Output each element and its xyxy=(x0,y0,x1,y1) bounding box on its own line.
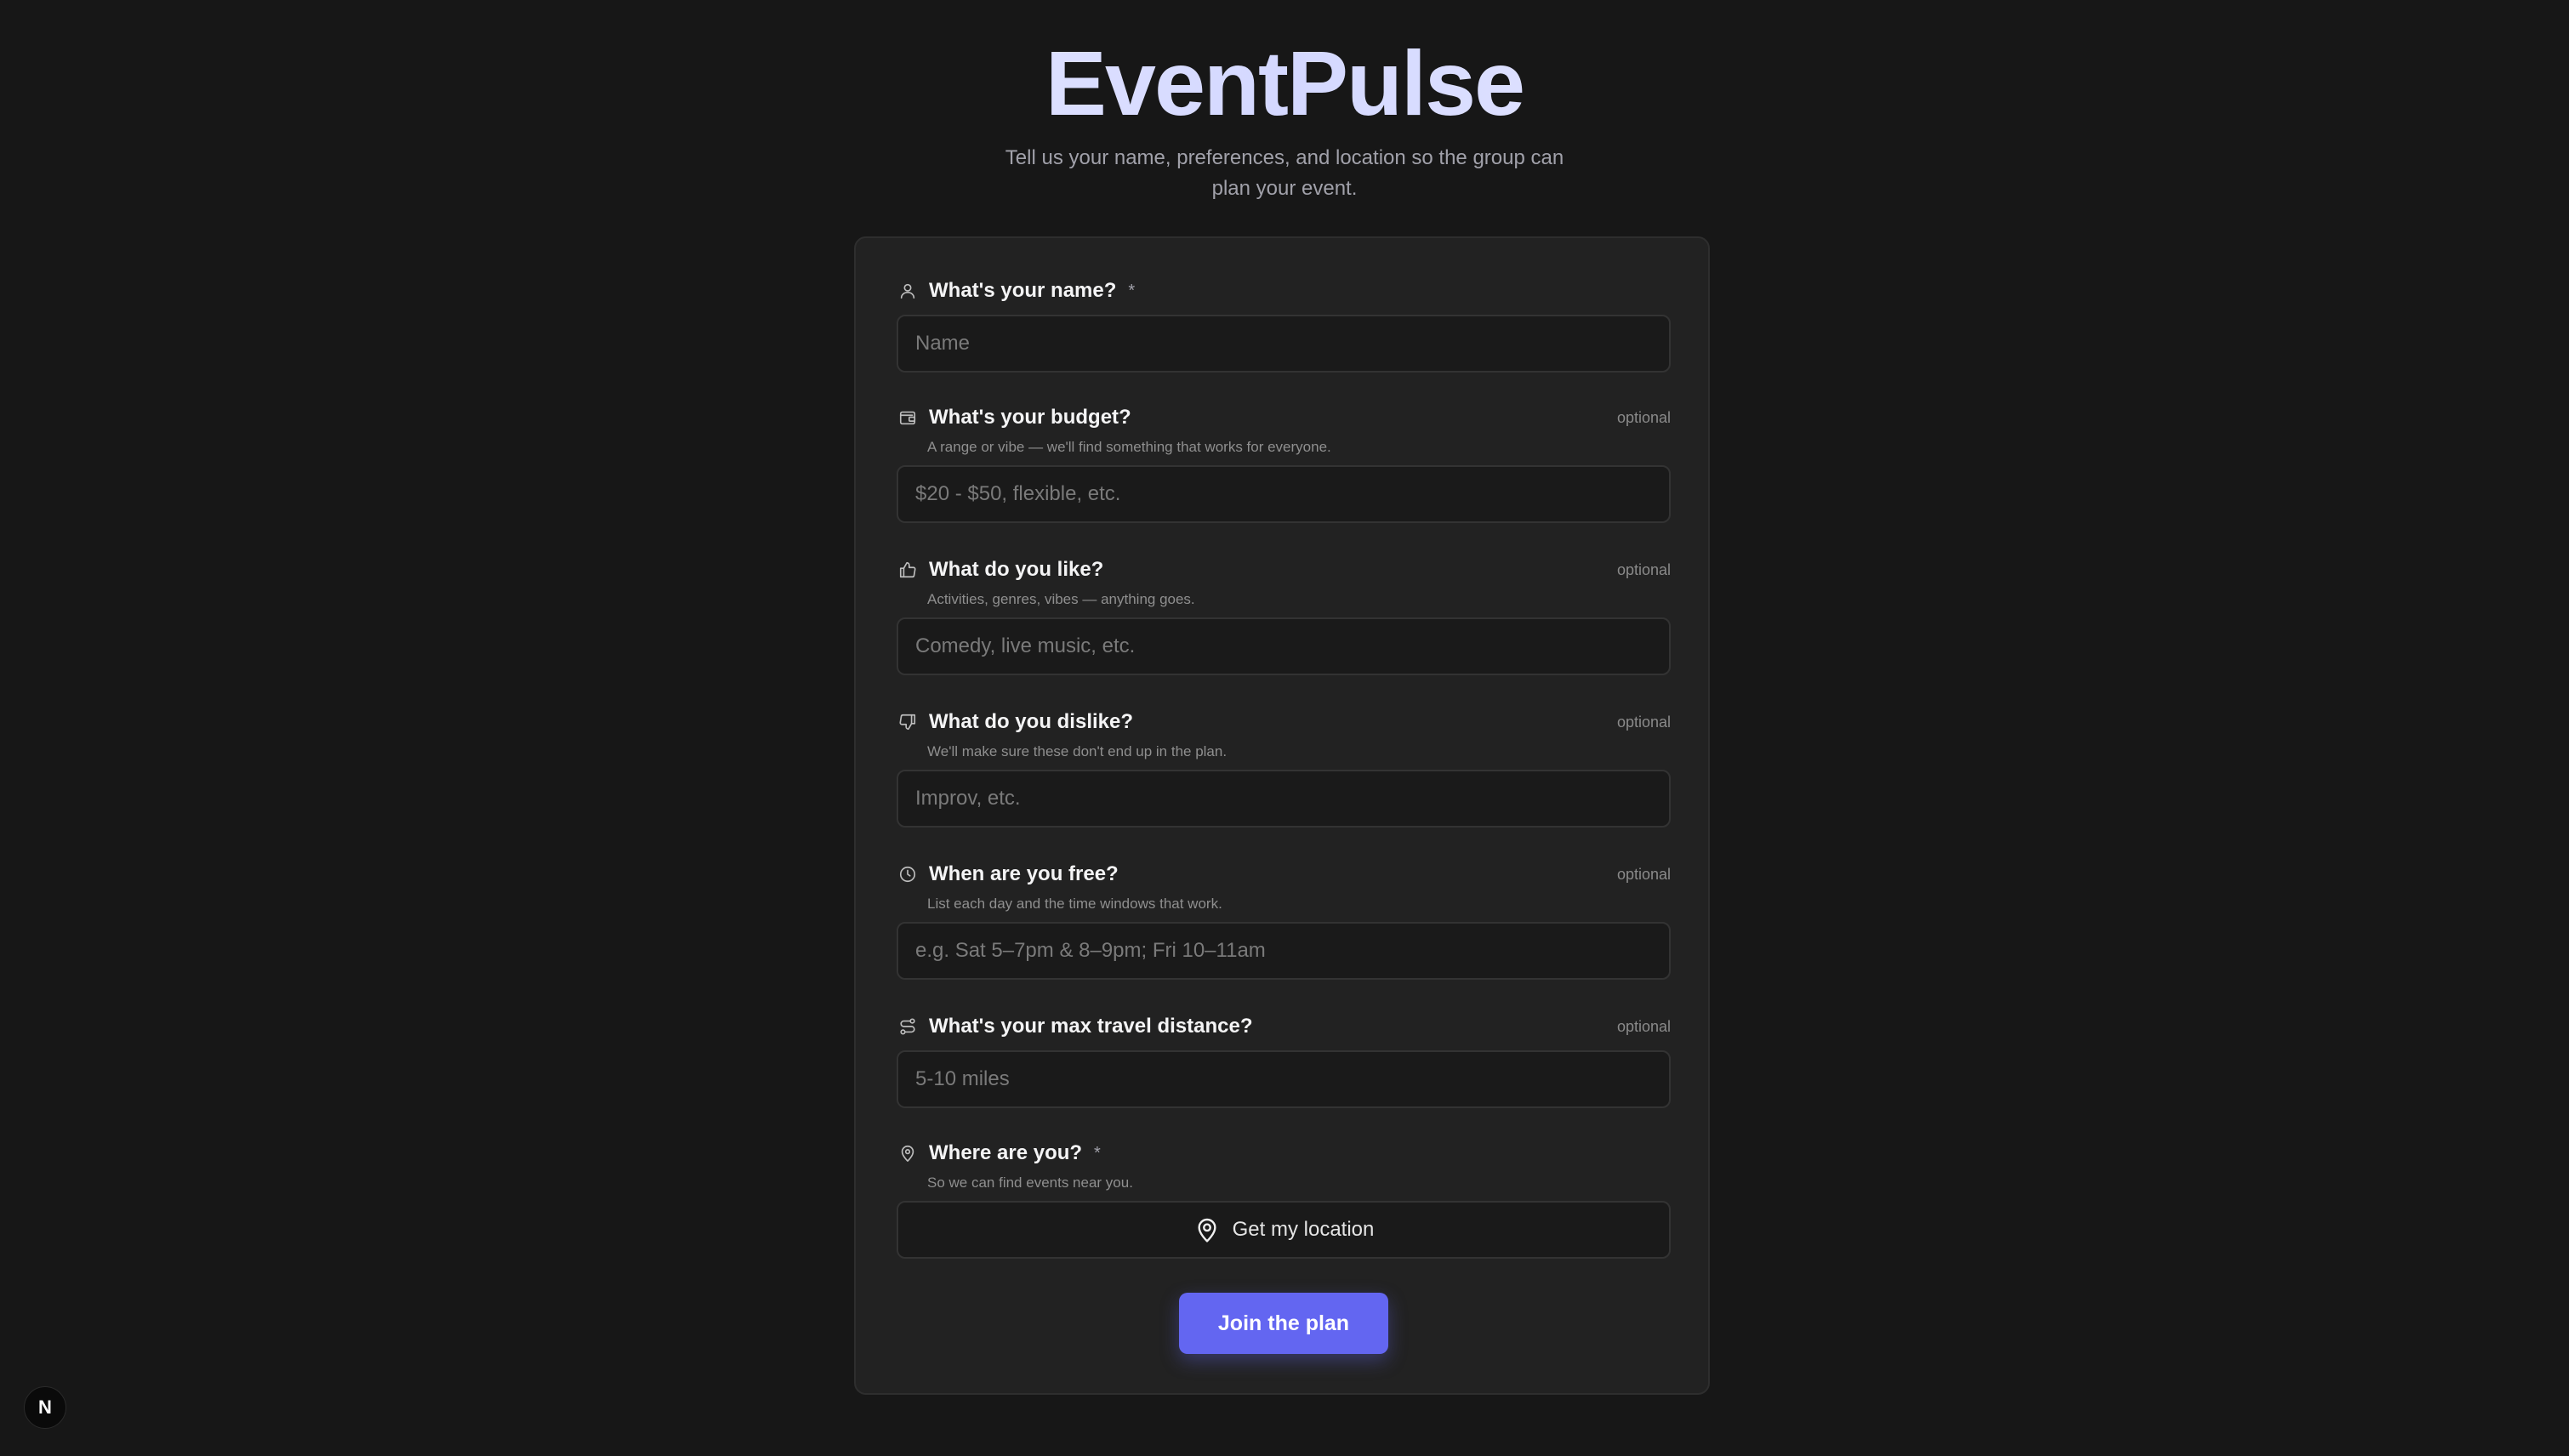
availability-input[interactable] xyxy=(897,922,1671,980)
dislikes-input[interactable] xyxy=(897,770,1671,828)
signup-card: What's your name? * What's your budget? … xyxy=(854,236,1710,1395)
location-helper-text: So we can find events near you. xyxy=(927,1174,1133,1191)
location-field-header: Where are you? * xyxy=(897,1138,1671,1169)
dislikes-field-header: What do you dislike? optional xyxy=(897,707,1671,737)
dislikes-field: What do you dislike? optional We'll make… xyxy=(897,707,1671,828)
dev-tools-badge[interactable]: N xyxy=(24,1386,66,1429)
location-label: Where are you? xyxy=(929,1141,1083,1164)
likes-field-header: What do you like? optional xyxy=(897,555,1671,585)
app-title: EventPulse xyxy=(0,31,2569,136)
badge-label: N xyxy=(38,1396,52,1418)
name-field-header: What's your name? * xyxy=(897,276,1671,306)
join-plan-button[interactable]: Join the plan xyxy=(1179,1293,1388,1354)
budget-field-header: What's your budget? optional xyxy=(897,402,1671,433)
optional-tag: optional xyxy=(1616,409,1671,426)
name-field: What's your name? * xyxy=(897,276,1671,373)
likes-helper-text: Activities, genres, vibes — anything goe… xyxy=(927,591,1195,607)
budget-field: What's your budget? optional A range or … xyxy=(897,402,1671,523)
optional-tag: optional xyxy=(1616,561,1671,578)
clock-icon xyxy=(898,865,917,884)
page-subtitle: Tell us your name, preferences, and loca… xyxy=(1005,146,1564,200)
likes-label: What do you like? xyxy=(929,558,1104,581)
availability-label: When are you free? xyxy=(929,862,1119,885)
optional-tag: optional xyxy=(1616,714,1671,731)
map-pin-icon xyxy=(1193,1216,1221,1243)
name-label: What's your name? xyxy=(929,279,1117,302)
get-location-button[interactable]: Get my location xyxy=(897,1201,1671,1259)
distance-field-header: What's your max travel distance? optiona… xyxy=(897,1011,1671,1042)
budget-input[interactable] xyxy=(897,465,1671,523)
name-input[interactable] xyxy=(897,315,1671,373)
availability-field-header: When are you free? optional xyxy=(897,859,1671,890)
wallet-icon xyxy=(898,408,917,427)
user-icon xyxy=(898,282,917,300)
optional-tag: optional xyxy=(1616,866,1671,883)
required-mark: * xyxy=(1094,1143,1101,1163)
dislikes-helper-text: We'll make sure these don't end up in th… xyxy=(927,743,1228,759)
budget-label: What's your budget? xyxy=(929,406,1131,429)
page: EventPulse Tell us your name, preference… xyxy=(0,0,2569,1456)
availability-field: When are you free? optional List each da… xyxy=(897,859,1671,980)
route-icon xyxy=(898,1017,917,1036)
thumbs-up-icon xyxy=(898,560,917,579)
distance-label: What's your max travel distance? xyxy=(929,1015,1253,1038)
optional-tag: optional xyxy=(1616,1018,1671,1035)
distance-field: What's your max travel distance? optiona… xyxy=(897,1011,1671,1108)
get-location-label: Get my location xyxy=(1232,1218,1375,1241)
distance-input[interactable] xyxy=(897,1050,1671,1108)
map-pin-icon xyxy=(898,1144,917,1163)
thumbs-down-icon xyxy=(898,713,917,731)
likes-field: What do you like? optional Activities, g… xyxy=(897,555,1671,675)
availability-helper-text: List each day and the time windows that … xyxy=(927,896,1222,912)
likes-input[interactable] xyxy=(897,617,1671,675)
required-mark: * xyxy=(1128,281,1136,300)
budget-helper-text: A range or vibe — we'll find something t… xyxy=(927,439,1331,455)
location-field: Where are you? * So we can find events n… xyxy=(897,1138,1671,1259)
dislikes-label: What do you dislike? xyxy=(929,710,1134,733)
